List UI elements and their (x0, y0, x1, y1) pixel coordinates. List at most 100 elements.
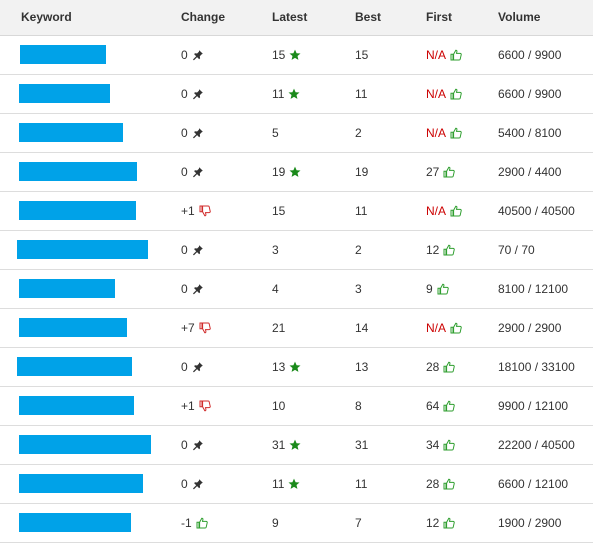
cell-best: 2 (355, 114, 362, 152)
thumbs-up-icon (443, 478, 456, 490)
cell-latest: 15 (272, 36, 301, 74)
redacted-keyword-bar (20, 45, 106, 64)
table-row[interactable]: 0 31 31 34 22200 / 40500 (0, 426, 593, 465)
change-value: +1 (181, 204, 195, 218)
best-value: 11 (355, 477, 368, 491)
latest-value: 3 (272, 243, 279, 257)
first-value: N/A (426, 48, 447, 62)
first-value: 34 (426, 438, 440, 452)
thumbs-up-icon (450, 322, 462, 334)
thumbs-down-icon (199, 322, 211, 334)
change-value: +7 (181, 321, 195, 335)
redacted-keyword-bar (19, 84, 110, 103)
column-header-volume[interactable]: Volume (498, 10, 540, 24)
thumbs-up-icon (443, 439, 456, 451)
change-value: 0 (181, 126, 188, 140)
change-value: 0 (181, 243, 188, 257)
volume-value: 6600 / 9900 (498, 48, 562, 62)
cell-latest: 11 (272, 465, 300, 503)
cell-first: N/A (426, 309, 462, 347)
pin-icon (192, 49, 204, 61)
cell-latest: 19 (272, 153, 301, 191)
volume-value: 9900 / 12100 (498, 399, 569, 413)
column-header-first[interactable]: First (426, 10, 452, 24)
cell-latest: 3 (272, 231, 279, 269)
thumbs-up-icon (450, 49, 462, 61)
thumbs-up-icon (443, 361, 456, 373)
cell-first: 64 (426, 387, 456, 425)
table-row[interactable]: -1 9 7 12 1900 / 2900 (0, 504, 593, 543)
first-value: N/A (426, 126, 447, 140)
table-row[interactable]: 0 15 15 N/A 6600 / 9900 (0, 36, 593, 75)
best-value: 8 (355, 399, 362, 413)
cell-change: 0 (181, 348, 204, 386)
thumbs-down-icon (199, 400, 211, 412)
table-row[interactable]: 0 5 2 N/A 5400 / 8100 (0, 114, 593, 153)
star-icon (289, 166, 301, 178)
cell-volume: 6600 / 12100 (498, 465, 568, 503)
redacted-keyword-bar (19, 201, 136, 220)
cell-latest: 10 (272, 387, 285, 425)
cell-change: 0 (181, 465, 204, 503)
pin-icon (192, 127, 204, 139)
cell-change: 0 (181, 75, 204, 113)
table-row[interactable]: 0 19 19 27 2900 / 4400 (0, 153, 593, 192)
best-value: 7 (355, 516, 362, 530)
cell-latest: 15 (272, 192, 285, 230)
table-row[interactable]: +1 10 8 64 9900 / 12100 (0, 387, 593, 426)
cell-volume: 6600 / 9900 (498, 36, 561, 74)
volume-value: 2900 / 4400 (498, 165, 562, 179)
star-icon (288, 478, 300, 490)
best-value: 2 (355, 243, 362, 257)
cell-best: 14 (355, 309, 368, 347)
table-row[interactable]: 0 13 13 28 18100 / 33100 (0, 348, 593, 387)
pin-icon (192, 88, 204, 100)
column-header-change[interactable]: Change (181, 10, 225, 24)
change-value: 0 (181, 165, 188, 179)
first-value: 12 (426, 243, 440, 257)
column-header-best[interactable]: Best (355, 10, 381, 24)
cell-first: 9 (426, 270, 449, 308)
table-row[interactable]: 0 3 2 12 70 / 70 (0, 231, 593, 270)
table-row[interactable]: +1 15 11 N/A 40500 / 40500 (0, 192, 593, 231)
change-value: +1 (181, 399, 195, 413)
cell-change: 0 (181, 36, 204, 74)
cell-first: 34 (426, 426, 456, 464)
first-value: 9 (426, 282, 433, 296)
thumbs-up-icon (450, 127, 462, 139)
best-value: 11 (355, 204, 368, 218)
thumbs-up-icon (450, 88, 462, 100)
best-value: 15 (355, 48, 369, 62)
cell-first: N/A (426, 114, 462, 152)
cell-best: 19 (355, 153, 368, 191)
latest-value: 21 (272, 321, 286, 335)
cell-volume: 2900 / 2900 (498, 309, 561, 347)
cell-volume: 18100 / 33100 (498, 348, 575, 386)
cell-change: 0 (181, 426, 204, 464)
table-header: Keyword Change Latest Best First Volume (0, 0, 593, 36)
table-row[interactable]: 0 11 11 N/A 6600 / 9900 (0, 75, 593, 114)
cell-volume: 22200 / 40500 (498, 426, 575, 464)
change-value: 0 (181, 438, 188, 452)
thumbs-up-icon (443, 166, 456, 178)
cell-first: 28 (426, 465, 456, 503)
cell-latest: 13 (272, 348, 301, 386)
table-row[interactable]: 0 11 11 28 6600 / 12100 (0, 465, 593, 504)
cell-latest: 21 (272, 309, 285, 347)
pin-icon (192, 166, 204, 178)
cell-change: 0 (181, 114, 204, 152)
table-row[interactable]: +7 21 14 N/A 2900 / 2900 (0, 309, 593, 348)
column-header-latest[interactable]: Latest (272, 10, 307, 24)
cell-first: 28 (426, 348, 456, 386)
column-header-keyword[interactable]: Keyword (21, 10, 72, 24)
pin-icon (192, 283, 204, 295)
cell-change: -1 (181, 504, 208, 542)
cell-latest: 4 (272, 270, 279, 308)
thumbs-up-icon (437, 283, 449, 295)
cell-volume: 5400 / 8100 (498, 114, 561, 152)
cell-best: 8 (355, 387, 362, 425)
volume-value: 2900 / 2900 (498, 321, 562, 335)
change-value: 0 (181, 477, 188, 491)
redacted-keyword-bar (17, 357, 132, 376)
table-row[interactable]: 0 4 3 9 8100 / 12100 (0, 270, 593, 309)
